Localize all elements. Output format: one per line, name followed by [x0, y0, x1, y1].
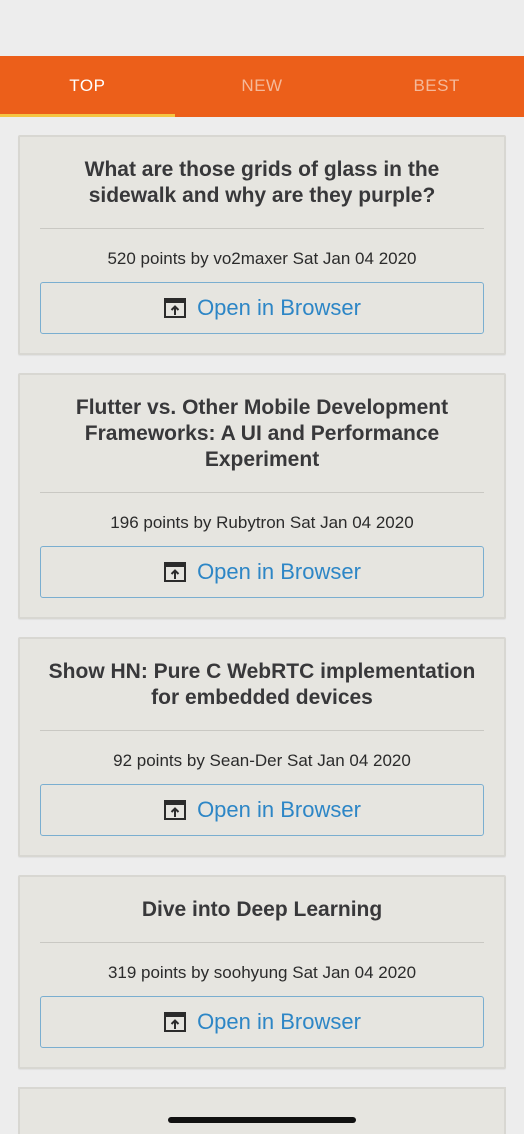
card-divider — [40, 228, 484, 229]
story-meta: 196 points by Rubytron Sat Jan 04 2020 — [110, 513, 414, 532]
open-external-icon — [163, 1010, 187, 1034]
story-title[interactable]: Flutter vs. Other Mobile Development Fra… — [40, 395, 484, 473]
story-card-partial — [18, 1087, 506, 1134]
open-external-icon — [163, 560, 187, 584]
tab-best[interactable]: BEST — [349, 56, 524, 117]
tab-top[interactable]: TOP — [0, 56, 175, 117]
status-bar — [0, 0, 524, 56]
open-in-browser-label: Open in Browser — [197, 1009, 361, 1034]
story-meta: 92 points by Sean-Der Sat Jan 04 2020 — [113, 751, 411, 770]
open-in-browser-button[interactable]: Open in Browser — [40, 282, 484, 334]
story-card: Dive into Deep Learning 319 points by so… — [18, 875, 506, 1069]
open-in-browser-button[interactable]: Open in Browser — [40, 784, 484, 836]
story-meta: 520 points by vo2maxer Sat Jan 04 2020 — [107, 249, 417, 268]
story-card: Show HN: Pure C WebRTC implementation fo… — [18, 637, 506, 857]
home-indicator[interactable] — [168, 1117, 356, 1123]
story-title[interactable]: Show HN: Pure C WebRTC implementation fo… — [40, 659, 484, 711]
card-divider — [40, 942, 484, 943]
open-external-icon — [163, 296, 187, 320]
open-external-icon — [163, 798, 187, 822]
tab-bar: TOP NEW BEST — [0, 56, 524, 117]
story-card: Flutter vs. Other Mobile Development Fra… — [18, 373, 506, 619]
card-divider — [40, 730, 484, 731]
story-title[interactable]: What are those grids of glass in the sid… — [40, 157, 484, 209]
story-title[interactable]: Dive into Deep Learning — [40, 897, 484, 923]
tab-new[interactable]: NEW — [175, 56, 350, 117]
story-meta: 319 points by soohyung Sat Jan 04 2020 — [107, 963, 417, 982]
open-in-browser-label: Open in Browser — [197, 559, 361, 584]
open-in-browser-label: Open in Browser — [197, 797, 361, 822]
open-in-browser-label: Open in Browser — [197, 295, 361, 320]
open-in-browser-button[interactable]: Open in Browser — [40, 996, 484, 1048]
open-in-browser-button[interactable]: Open in Browser — [40, 546, 484, 598]
story-card: What are those grids of glass in the sid… — [18, 135, 506, 355]
card-divider — [40, 492, 484, 493]
